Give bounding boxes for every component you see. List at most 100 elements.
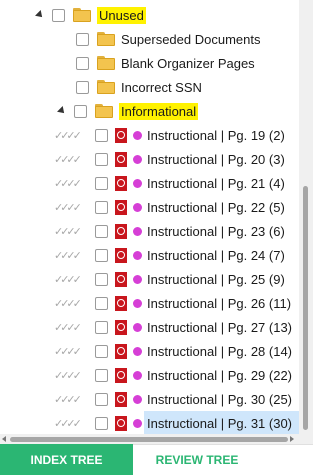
vertical-scrollbar[interactable] (299, 0, 313, 434)
document-label: Instructional | Pg. 24 (7) (147, 247, 285, 263)
document-row[interactable]: ✓✓✓✓ Instructional | Pg. 20 (3) (54, 147, 285, 171)
checkbox[interactable] (95, 296, 108, 310)
tag-dot-icon (133, 154, 142, 164)
tag-dot-icon (133, 130, 142, 140)
scrollbar-thumb[interactable] (10, 437, 288, 442)
index-tree-panel: Unused Superseded Documents Blank Organi… (0, 0, 299, 434)
document-row[interactable]: ✓✓✓✓ Instructional | Pg. 30 (25) (54, 387, 292, 411)
expand-arrow-icon[interactable] (35, 10, 45, 20)
document-row[interactable]: ✓✓✓✓ Instructional | Pg. 28 (14) (54, 339, 292, 363)
checkbox[interactable] (95, 272, 108, 286)
document-label: Instructional | Pg. 27 (13) (147, 319, 293, 335)
review-status-icon: ✓✓✓✓ (54, 200, 82, 214)
checkbox[interactable] (76, 80, 89, 94)
scroll-right-icon[interactable] (290, 436, 294, 442)
tag-dot-icon (133, 226, 142, 236)
tag-dot-icon (133, 298, 142, 308)
checkbox[interactable] (95, 344, 108, 358)
tree-node-label: Informational (119, 102, 199, 120)
scroll-left-icon[interactable] (2, 436, 6, 442)
tag-dot-icon (133, 274, 142, 284)
checkbox[interactable] (95, 200, 108, 214)
tag-dot-icon (133, 370, 142, 380)
document-label: Instructional | Pg. 23 (6) (147, 223, 285, 239)
document-label: Instructional | Pg. 19 (2) (147, 127, 285, 143)
review-status-icon: ✓✓✓✓ (54, 248, 82, 262)
checkbox[interactable] (76, 32, 89, 46)
document-row[interactable]: ✓✓✓✓ Instructional | Pg. 23 (6) (54, 219, 285, 243)
checkbox[interactable] (95, 176, 108, 190)
folder-icon (97, 80, 115, 94)
review-status-icon: ✓✓✓✓ (54, 320, 82, 334)
tree-node-label: Unused (97, 6, 146, 24)
review-status-icon: ✓✓✓✓ (54, 152, 82, 166)
pdf-icon (115, 151, 127, 167)
document-label: Instructional | Pg. 28 (14) (147, 343, 293, 359)
document-row[interactable]: ✓✓✓✓ Instructional | Pg. 19 (2) (54, 123, 285, 147)
document-label: Instructional | Pg. 25 (9) (147, 271, 285, 287)
pdf-icon (115, 199, 127, 215)
checkbox[interactable] (95, 128, 108, 142)
horizontal-scrollbar[interactable] (0, 434, 313, 444)
checkbox[interactable] (95, 320, 108, 334)
folder-open-icon (73, 8, 91, 22)
document-row[interactable]: ✓✓✓✓ Instructional | Pg. 22 (5) (54, 195, 285, 219)
review-status-icon: ✓✓✓✓ (54, 368, 82, 382)
review-status-icon: ✓✓✓✓ (54, 344, 82, 358)
review-status-icon: ✓✓✓✓ (54, 416, 82, 430)
document-row[interactable]: ✓✓✓✓ Instructional | Pg. 31 (30) (54, 411, 299, 434)
tree-node-blank-organizer[interactable]: Blank Organizer Pages (76, 51, 255, 75)
tag-dot-icon (133, 250, 142, 260)
pdf-icon (115, 295, 127, 311)
pdf-icon (115, 343, 127, 359)
pdf-icon (115, 367, 127, 383)
checkbox[interactable] (74, 104, 87, 118)
checkbox[interactable] (76, 56, 89, 70)
document-row[interactable]: ✓✓✓✓ Instructional | Pg. 21 (4) (54, 171, 285, 195)
scrollbar-thumb[interactable] (303, 186, 308, 430)
document-label: Instructional | Pg. 22 (5) (147, 199, 285, 215)
document-label: Instructional | Pg. 29 (22) (147, 367, 293, 383)
review-status-icon: ✓✓✓✓ (54, 128, 82, 142)
pdf-icon (115, 415, 127, 431)
document-row[interactable]: ✓✓✓✓ Instructional | Pg. 24 (7) (54, 243, 285, 267)
checkbox[interactable] (95, 392, 108, 406)
document-label: Instructional | Pg. 30 (25) (147, 391, 293, 407)
document-label: Instructional | Pg. 26 (11) (147, 295, 292, 311)
tag-dot-icon (133, 178, 142, 188)
review-status-icon: ✓✓✓✓ (54, 176, 82, 190)
checkbox[interactable] (52, 8, 65, 22)
tag-dot-icon (133, 202, 142, 212)
checkbox[interactable] (95, 368, 108, 382)
document-label: Instructional | Pg. 21 (4) (147, 175, 285, 191)
checkbox[interactable] (95, 152, 108, 166)
tab-index-tree[interactable]: INDEX TREE (0, 444, 133, 475)
checkbox[interactable] (95, 248, 108, 262)
folder-open-icon (95, 104, 113, 118)
checkbox[interactable] (95, 416, 108, 430)
folder-icon (97, 32, 115, 46)
pdf-icon (115, 223, 127, 239)
review-status-icon: ✓✓✓✓ (54, 392, 82, 406)
document-row[interactable]: ✓✓✓✓ Instructional | Pg. 29 (22) (54, 363, 292, 387)
tab-bar-spacer (261, 444, 313, 475)
document-row[interactable]: ✓✓✓✓ Instructional | Pg. 25 (9) (54, 267, 285, 291)
expand-arrow-icon[interactable] (57, 106, 67, 116)
tree-node-label: Incorrect SSN (121, 79, 202, 95)
document-row[interactable]: ✓✓✓✓ Instructional | Pg. 27 (13) (54, 315, 292, 339)
tree-node-informational[interactable]: Informational (57, 99, 199, 123)
tag-dot-icon (133, 418, 142, 428)
document-row[interactable]: ✓✓✓✓ Instructional | Pg. 26 (11) (54, 291, 291, 315)
tab-review-tree[interactable]: REVIEW TREE (133, 444, 261, 475)
tree-node-superseded[interactable]: Superseded Documents (76, 27, 260, 51)
tag-dot-icon (133, 322, 142, 332)
pdf-icon (115, 319, 127, 335)
tree-node-unused[interactable]: Unused (35, 3, 146, 27)
tree-node-incorrect-ssn[interactable]: Incorrect SSN (76, 75, 202, 99)
pdf-icon (115, 247, 127, 263)
checkbox[interactable] (95, 224, 108, 238)
pdf-icon (115, 175, 127, 191)
tree-tabs: INDEX TREE REVIEW TREE (0, 444, 313, 475)
tag-dot-icon (133, 346, 142, 356)
pdf-icon (115, 271, 127, 287)
